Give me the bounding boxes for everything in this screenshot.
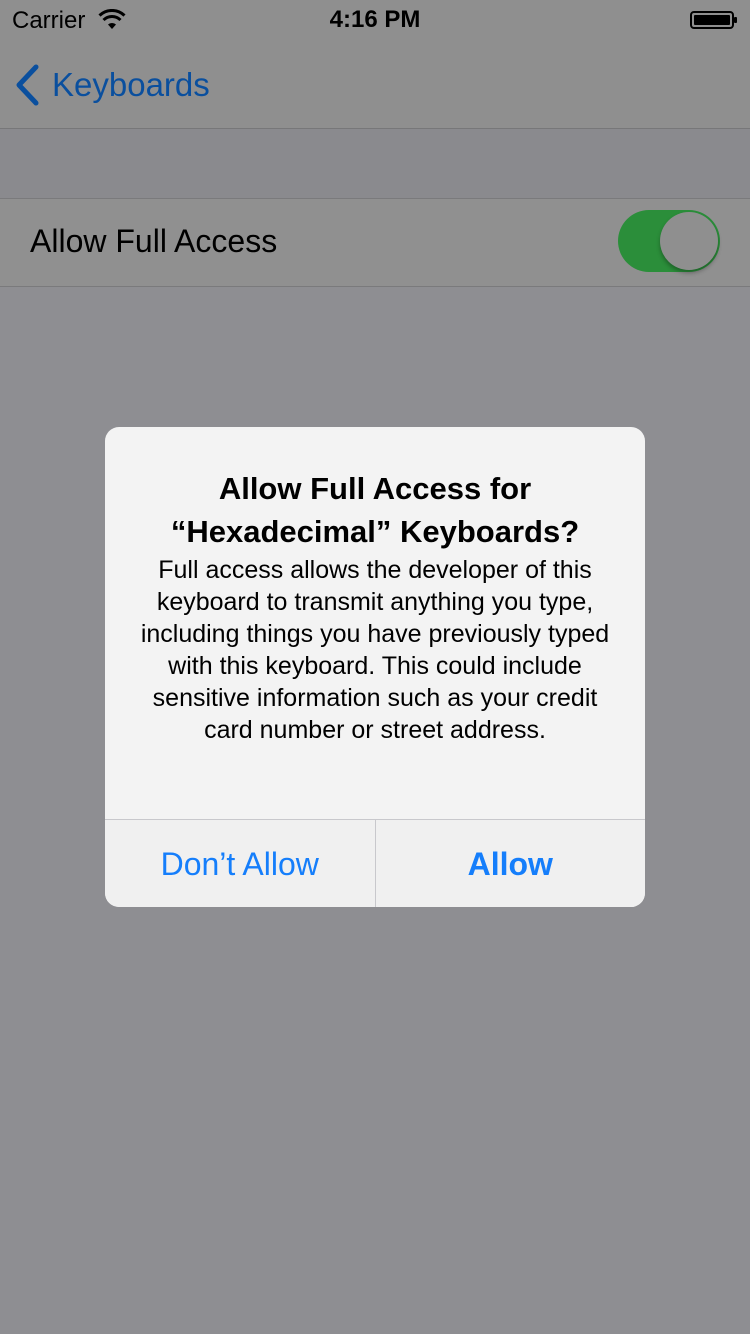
alert-dialog: Allow Full Access for “Hexadecimal” Keyb… xyxy=(105,427,645,907)
back-button-label: Keyboards xyxy=(52,66,210,103)
battery-icon xyxy=(690,11,737,29)
allow-full-access-row: Allow Full Access xyxy=(0,198,750,287)
dont-allow-button[interactable]: Don’t Allow xyxy=(105,820,375,907)
toggle-knob xyxy=(660,212,718,270)
status-bar: Carrier 4:16 PM xyxy=(0,0,750,40)
allow-button[interactable]: Allow xyxy=(374,820,645,907)
clock: 4:16 PM xyxy=(329,6,421,33)
section-spacer xyxy=(0,129,750,198)
navigation-bar: Keyboards xyxy=(0,40,750,129)
alert-message: Full access allows the developer of this… xyxy=(140,556,610,744)
chevron-left-icon xyxy=(16,64,39,106)
screen: Carrier 4:16 PM Keyboards Allow Full Acc… xyxy=(0,0,750,1334)
allow-full-access-label: Allow Full Access xyxy=(30,223,278,259)
back-button[interactable]: Keyboards xyxy=(14,62,210,108)
alert-button-bar: Don’t Allow Allow xyxy=(105,819,645,907)
alert-title: Allow Full Access for “Hexadecimal” Keyb… xyxy=(170,471,580,549)
alert-body: Allow Full Access for “Hexadecimal” Keyb… xyxy=(105,427,645,819)
allow-full-access-toggle[interactable] xyxy=(618,210,720,272)
